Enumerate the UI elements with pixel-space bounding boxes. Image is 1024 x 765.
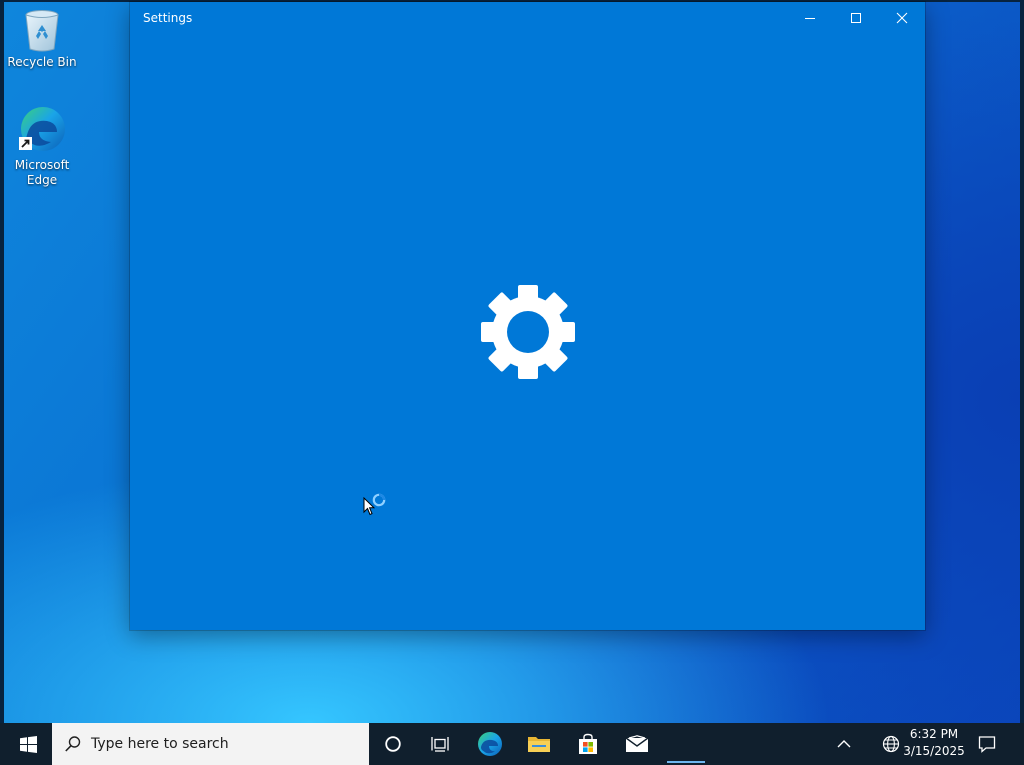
- start-button[interactable]: [4, 723, 52, 765]
- settings-window[interactable]: Settings: [130, 2, 925, 630]
- window-title: Settings: [143, 11, 193, 25]
- file-explorer-button[interactable]: [515, 723, 563, 765]
- edge-icon: [19, 107, 65, 151]
- cortana-icon: [385, 736, 401, 752]
- chevron-up-icon: [837, 740, 851, 748]
- clock-time: 6:32 PM: [909, 727, 959, 741]
- file-explorer-icon: [528, 737, 550, 752]
- taskbar-edge-button[interactable]: [466, 723, 514, 765]
- action-center-button[interactable]: [968, 723, 1006, 765]
- microsoft-store-button[interactable]: [564, 723, 612, 765]
- maximize-icon: [851, 12, 861, 23]
- network-globe-icon: [882, 735, 900, 753]
- settings-gear-icon: [481, 285, 575, 379]
- cortana-button[interactable]: [369, 723, 417, 765]
- recycle-bin-label: Recycle Bin: [7, 55, 77, 69]
- close-icon: [896, 12, 908, 23]
- title-bar[interactable]: Settings: [130, 2, 925, 33]
- desktop-icon-microsoft-edge[interactable]: Microsoft Edge: [4, 105, 80, 188]
- close-button[interactable]: [879, 2, 925, 33]
- taskbar-clock[interactable]: 6:32 PM 3/15/2025: [902, 726, 966, 760]
- taskbar-search-box[interactable]: Type here to search: [52, 723, 369, 765]
- desktop-icon-recycle-bin[interactable]: Recycle Bin: [4, 8, 80, 70]
- edge-label: Microsoft Edge: [14, 158, 70, 187]
- clock-date: 3/15/2025: [903, 744, 965, 758]
- active-app-slot[interactable]: [662, 723, 710, 765]
- minimize-button[interactable]: [787, 2, 833, 33]
- maximize-button[interactable]: [833, 2, 879, 33]
- busy-spinner-icon: [372, 493, 386, 507]
- active-app-indicator: [667, 761, 705, 763]
- mail-icon: [625, 735, 649, 752]
- mail-button[interactable]: [613, 723, 661, 765]
- microsoft-store-icon: [579, 733, 597, 754]
- task-view-button[interactable]: [416, 723, 464, 765]
- minimize-icon: [805, 17, 815, 19]
- show-hidden-icons-button[interactable]: [827, 723, 861, 765]
- windows-logo-icon: [19, 735, 37, 753]
- search-placeholder: Type here to search: [91, 736, 229, 752]
- search-icon: [65, 736, 81, 752]
- task-view-icon: [431, 737, 449, 752]
- action-center-icon: [978, 736, 996, 753]
- screen: Recycle Bin Microsoft Edge Settings Type…: [0, 0, 1024, 765]
- taskbar: Type here to search 6:32 PM 3/15/2025: [0, 723, 1024, 765]
- recycle-bin-icon: [25, 10, 59, 52]
- edge-icon: [478, 732, 502, 756]
